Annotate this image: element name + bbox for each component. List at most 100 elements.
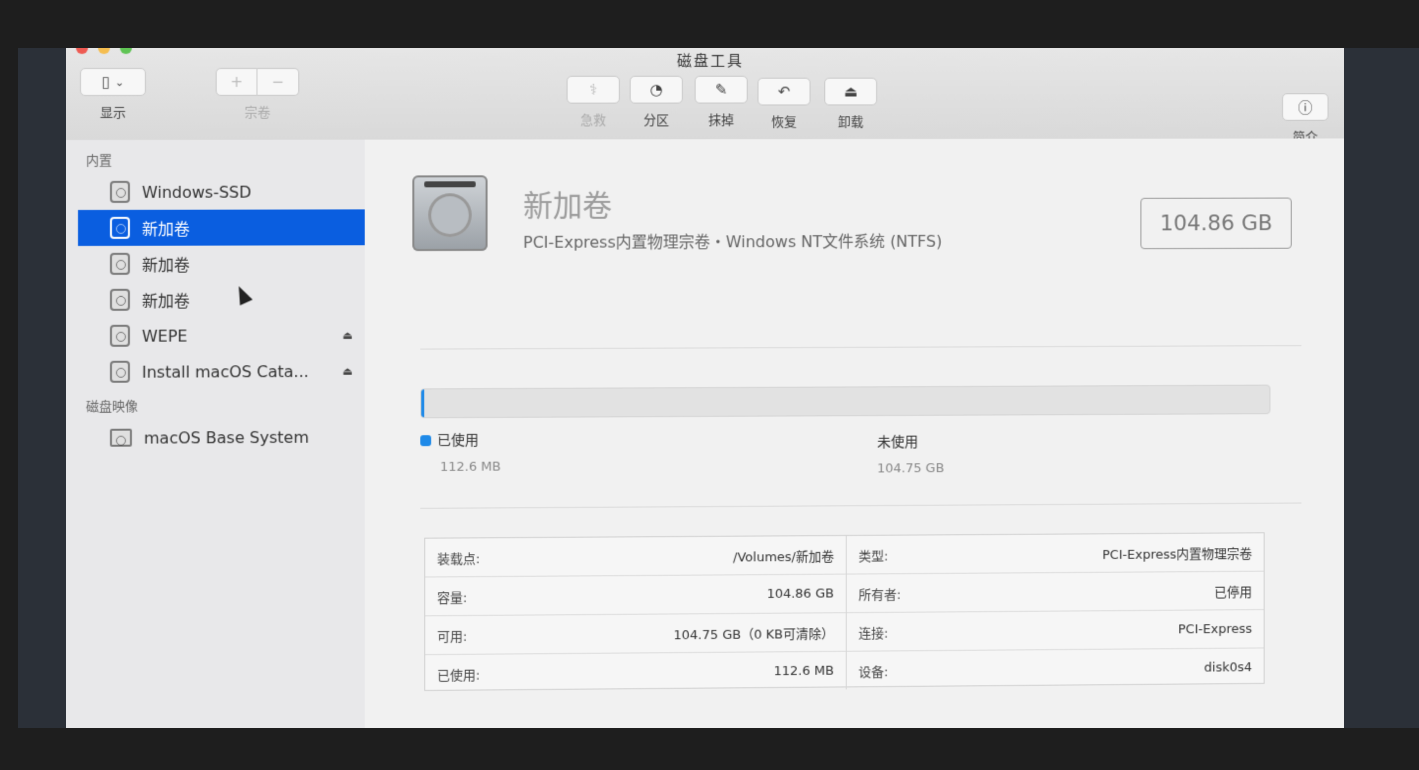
sidebar-section-internal: 内置 (85, 153, 112, 169)
restore-button[interactable]: ↶ (757, 77, 811, 106)
divider (420, 345, 1302, 350)
divider (420, 502, 1302, 509)
used-swatch-icon (420, 434, 432, 446)
sidebar-section-disk-images: 磁盘映像 (85, 399, 138, 415)
add-volume-button[interactable]: + (215, 67, 258, 96)
info-row: 已使用: 112.6 MB (425, 652, 846, 693)
used-label: 已使用 (437, 432, 479, 450)
eject-icon: ⏏ (843, 82, 858, 101)
sidebar-item-macos-base-system[interactable]: macOS Base System (66, 419, 365, 456)
restore-group: ↶ 恢复 (757, 77, 811, 131)
sidebar-item-install-macos[interactable]: Install macOS Cata... ⏏ (66, 353, 365, 390)
info-key: 所有者: (858, 587, 901, 603)
free-value: 104.75 GB (877, 461, 945, 477)
main-panel: 新加卷 PCI-Express内置物理宗卷・Windows NT文件系统 (NT… (364, 138, 1344, 728)
eject-icon[interactable]: ⏏ (343, 364, 353, 377)
info-column-right: 类型: PCI-Express内置物理宗卷 所有者: 已停用 连接: PCI-Expr… (846, 533, 1264, 689)
sidebar-item-volume[interactable]: 新加卷 (66, 281, 365, 318)
info-key: 连接: (858, 626, 889, 642)
info-column-left: 装载点: /Volumes/新加卷 容量: 104.86 GB 可用: 104.75 … (425, 535, 847, 693)
usage-bar-used (421, 389, 425, 418)
firstaid-group: ⚕ 急救 (566, 75, 620, 129)
screen: 磁盘工具 ▯ ⌄ 显示 + − 宗卷 ⚕ 急救 ◔ 分区 ✎ 抹掉 ↶ 恢复 ⏏… (18, 48, 1419, 728)
hard-disk-icon (109, 324, 130, 347)
used-value: 112.6 MB (440, 459, 501, 475)
hard-disk-icon (109, 288, 130, 311)
sidebar-item-label: 新加卷 (141, 219, 190, 239)
sidebar: 内置 Windows-SSD 新加卷 新加卷 新加卷 WEPE ⏏ Instal… (66, 139, 365, 728)
info-key: 设备: (858, 664, 889, 680)
legend-free: 未使用 104.75 GB (867, 432, 944, 477)
info-row: 所有者: 已停用 (846, 571, 1264, 614)
hard-disk-icon (109, 252, 130, 275)
hard-disk-icon (109, 216, 130, 239)
view-button[interactable]: ▯ ⌄ (79, 67, 146, 96)
unmount-group: ⏏ 卸载 (824, 77, 878, 131)
info-key: 装载点: (437, 551, 481, 567)
sidebar-item-label: 新加卷 (141, 291, 190, 311)
free-label: 未使用 (877, 434, 919, 451)
partition-icon: ◔ (649, 80, 663, 99)
info-value: 104.75 GB（0 KB可清除） (673, 626, 835, 643)
info-row: 可用: 104.75 GB（0 KB可清除） (425, 613, 846, 656)
sidebar-item-wepe[interactable]: WEPE ⏏ (66, 317, 365, 354)
sidebar-item-volume[interactable]: 新加卷 (66, 245, 365, 282)
remove-volume-button[interactable]: − (257, 67, 300, 96)
sidebar-item-label: WEPE (141, 326, 188, 346)
info-row: 类型: PCI-Express内置物理宗卷 (846, 533, 1264, 575)
info-value: 已停用 (1214, 585, 1253, 601)
disk-utility-window: 磁盘工具 ▯ ⌄ 显示 + − 宗卷 ⚕ 急救 ◔ 分区 ✎ 抹掉 ↶ 恢复 ⏏… (66, 48, 1344, 728)
chevron-down-icon: ⌄ (114, 75, 125, 89)
legend-used: 已使用 112.6 MB (420, 430, 501, 475)
sidebar-item-label: 新加卷 (141, 255, 190, 275)
sidebar-item-windows-ssd[interactable]: Windows-SSD (66, 174, 365, 210)
volume-label: 宗卷 (244, 105, 271, 121)
erase-button[interactable]: ✎ (694, 75, 748, 104)
hard-disk-icon (412, 175, 488, 252)
view-label: 显示 (99, 105, 126, 121)
firstaid-button[interactable]: ⚕ (566, 75, 620, 104)
info-key: 类型: (858, 549, 889, 565)
stethoscope-icon: ⚕ (589, 80, 598, 99)
partition-label: 分区 (643, 113, 670, 129)
eject-icon[interactable]: ⏏ (343, 328, 353, 341)
info-value: 104.86 GB (766, 586, 835, 602)
sidebar-item-label: macOS Base System (143, 427, 309, 448)
info-key: 可用: (437, 629, 468, 645)
info-value: /Volumes/新加卷 (733, 549, 835, 565)
info-row: 连接: PCI-Express (846, 610, 1264, 652)
toolbar: 磁盘工具 ▯ ⌄ 显示 + − 宗卷 ⚕ 急救 ◔ 分区 ✎ 抹掉 ↶ 恢复 ⏏… (66, 48, 1344, 145)
view-group: ▯ ⌄ 显示 (79, 67, 146, 121)
info-table: 装载点: /Volumes/新加卷 容量: 104.86 GB 可用: 104.75 … (424, 532, 1265, 693)
disk-image-icon (109, 428, 132, 447)
info-value: 112.6 MB (773, 663, 835, 679)
restore-icon: ↶ (777, 82, 791, 101)
info-key: 容量: (437, 590, 468, 606)
hard-disk-icon (109, 360, 130, 383)
unmount-button[interactable]: ⏏ (824, 77, 878, 106)
info-value: PCI-Express内置物理宗卷 (1102, 546, 1253, 563)
volume-size-badge: 104.86 GB (1140, 197, 1292, 250)
sidebar-item-volume-selected[interactable]: 新加卷 (77, 209, 365, 246)
sidebar-item-label: Windows-SSD (141, 182, 252, 202)
info-key: 已使用: (437, 668, 481, 684)
info-icon: ⓘ (1298, 98, 1313, 117)
partition-group: ◔ 分区 (629, 75, 683, 129)
info-row: 装载点: /Volumes/新加卷 (425, 535, 846, 578)
firstaid-label: 急救 (580, 113, 607, 129)
volume-name: 新加卷 (523, 188, 612, 224)
partition-button[interactable]: ◔ (629, 75, 683, 104)
erase-icon: ✎ (714, 80, 728, 99)
info-row: 设备: disk0s4 (847, 648, 1264, 689)
hard-disk-icon (109, 180, 130, 203)
usage-bar (420, 384, 1271, 419)
erase-label: 抹掉 (708, 113, 734, 129)
sidebar-icon: ▯ (101, 72, 111, 91)
info-button[interactable]: ⓘ (1282, 93, 1329, 121)
info-row: 容量: 104.86 GB (425, 574, 846, 617)
restore-label: 恢复 (771, 115, 797, 131)
unmount-label: 卸载 (837, 115, 864, 131)
sidebar-item-label: Install macOS Cata... (141, 361, 309, 382)
volume-subtitle: PCI-Express内置物理宗卷・Windows NT文件系统 (NTFS) (523, 231, 943, 252)
info-value: PCI-Express (1178, 621, 1253, 637)
